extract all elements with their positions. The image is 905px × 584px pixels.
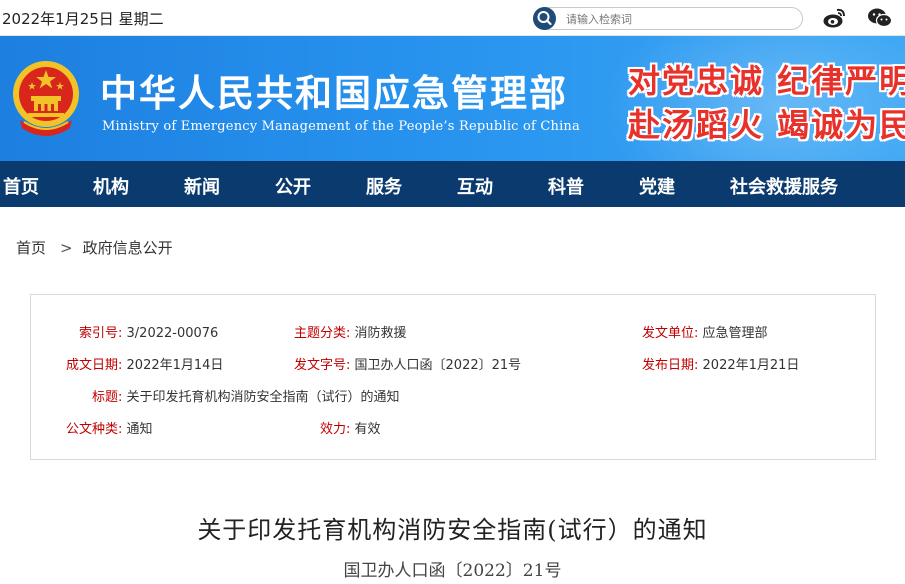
search-box[interactable]: [533, 7, 803, 30]
meta-published-value: 2022年1月21日: [702, 358, 800, 373]
meta-published-label: 发布日期:: [642, 358, 699, 373]
site-subtitle: Ministry of Emergency Management of the …: [102, 119, 580, 134]
meta-created-value: 2022年1月14日: [126, 358, 224, 373]
wechat-icon[interactable]: [867, 7, 893, 29]
meta-validity-value: 有效: [354, 422, 381, 437]
document-metadata: 索引号: 3/2022-00076 主题分类: 消防救援 发文单位: 应急管理部…: [30, 294, 876, 460]
nav-item-news[interactable]: 新闻: [184, 173, 220, 199]
meta-issuer-label: 发文单位:: [642, 326, 699, 341]
meta-issuer: 发文单位: 应急管理部: [642, 322, 768, 341]
meta-topic-value: 消防救援: [354, 326, 407, 341]
top-bar: 2022年1月25日 星期二: [0, 0, 905, 36]
meta-validity-label: 效力:: [320, 422, 351, 437]
site-title[interactable]: 中华人民共和国应急管理部: [100, 63, 568, 117]
meta-topic-label: 主题分类:: [294, 326, 351, 341]
meta-topic: 主题分类: 消防救援: [294, 322, 407, 341]
search-icon[interactable]: [533, 7, 556, 30]
meta-validity: 效力: 有效: [320, 418, 381, 437]
weibo-icon[interactable]: [822, 7, 848, 29]
meta-published: 发布日期: 2022年1月21日: [642, 354, 799, 373]
nav-item-party[interactable]: 党建: [639, 173, 675, 199]
current-date: 2022年1月25日 星期二: [2, 10, 164, 28]
meta-created: 成文日期: 2022年1月14日: [66, 354, 223, 373]
meta-title-value: 关于印发托育机构消防安全指南（试行）的通知: [126, 390, 400, 405]
nav-item-rescue-service[interactable]: 社会救援服务: [730, 173, 838, 199]
nav-item-services[interactable]: 服务: [366, 173, 402, 199]
meta-doc-number-value: 国卫办人口函〔2022〕21号: [354, 358, 522, 373]
meta-doc-number-label: 发文字号:: [294, 358, 351, 373]
meta-issuer-value: 应急管理部: [702, 326, 768, 341]
meta-index: 索引号: 3/2022-00076: [79, 322, 218, 341]
slogan-line-2: 赴汤蹈火 竭诚为民: [628, 106, 905, 144]
nav-item-home[interactable]: 首页: [3, 173, 39, 199]
site-banner: 中华人民共和国应急管理部 Ministry of Emergency Manag…: [0, 36, 905, 161]
meta-title: 标题: 关于印发托育机构消防安全指南（试行）的通知: [92, 386, 400, 405]
nav-item-science[interactable]: 科普: [548, 173, 584, 199]
national-emblem-icon: [10, 58, 82, 138]
article-title: 关于印发托育机构消防安全指南(试行）的通知: [197, 516, 708, 544]
meta-type-value: 通知: [126, 422, 153, 437]
nav-item-disclosure[interactable]: 公开: [275, 173, 311, 199]
meta-type: 公文种类: 通知: [66, 418, 153, 437]
nav-item-organization[interactable]: 机构: [93, 173, 129, 199]
breadcrumb-current[interactable]: 政府信息公开: [83, 239, 173, 257]
meta-created-label: 成文日期:: [66, 358, 123, 373]
meta-type-label: 公文种类:: [66, 422, 123, 437]
meta-index-value: 3/2022-00076: [126, 326, 219, 341]
breadcrumb: 首页 > 政府信息公开: [16, 237, 173, 258]
search-input[interactable]: [566, 11, 786, 27]
breadcrumb-separator: >: [60, 239, 73, 257]
breadcrumb-home[interactable]: 首页: [16, 239, 46, 257]
slogan-line-1: 对党忠诚 纪律严明: [628, 62, 905, 100]
main-nav: 首页 机构 新闻 公开 服务 互动 科普 党建 社会救援服务: [0, 161, 905, 207]
meta-index-label: 索引号:: [79, 326, 123, 341]
article-doc-number: 国卫办人口函〔2022〕21号: [343, 561, 562, 581]
meta-title-label: 标题:: [92, 390, 123, 405]
meta-doc-number: 发文字号: 国卫办人口函〔2022〕21号: [294, 354, 521, 373]
nav-item-interaction[interactable]: 互动: [457, 173, 493, 199]
